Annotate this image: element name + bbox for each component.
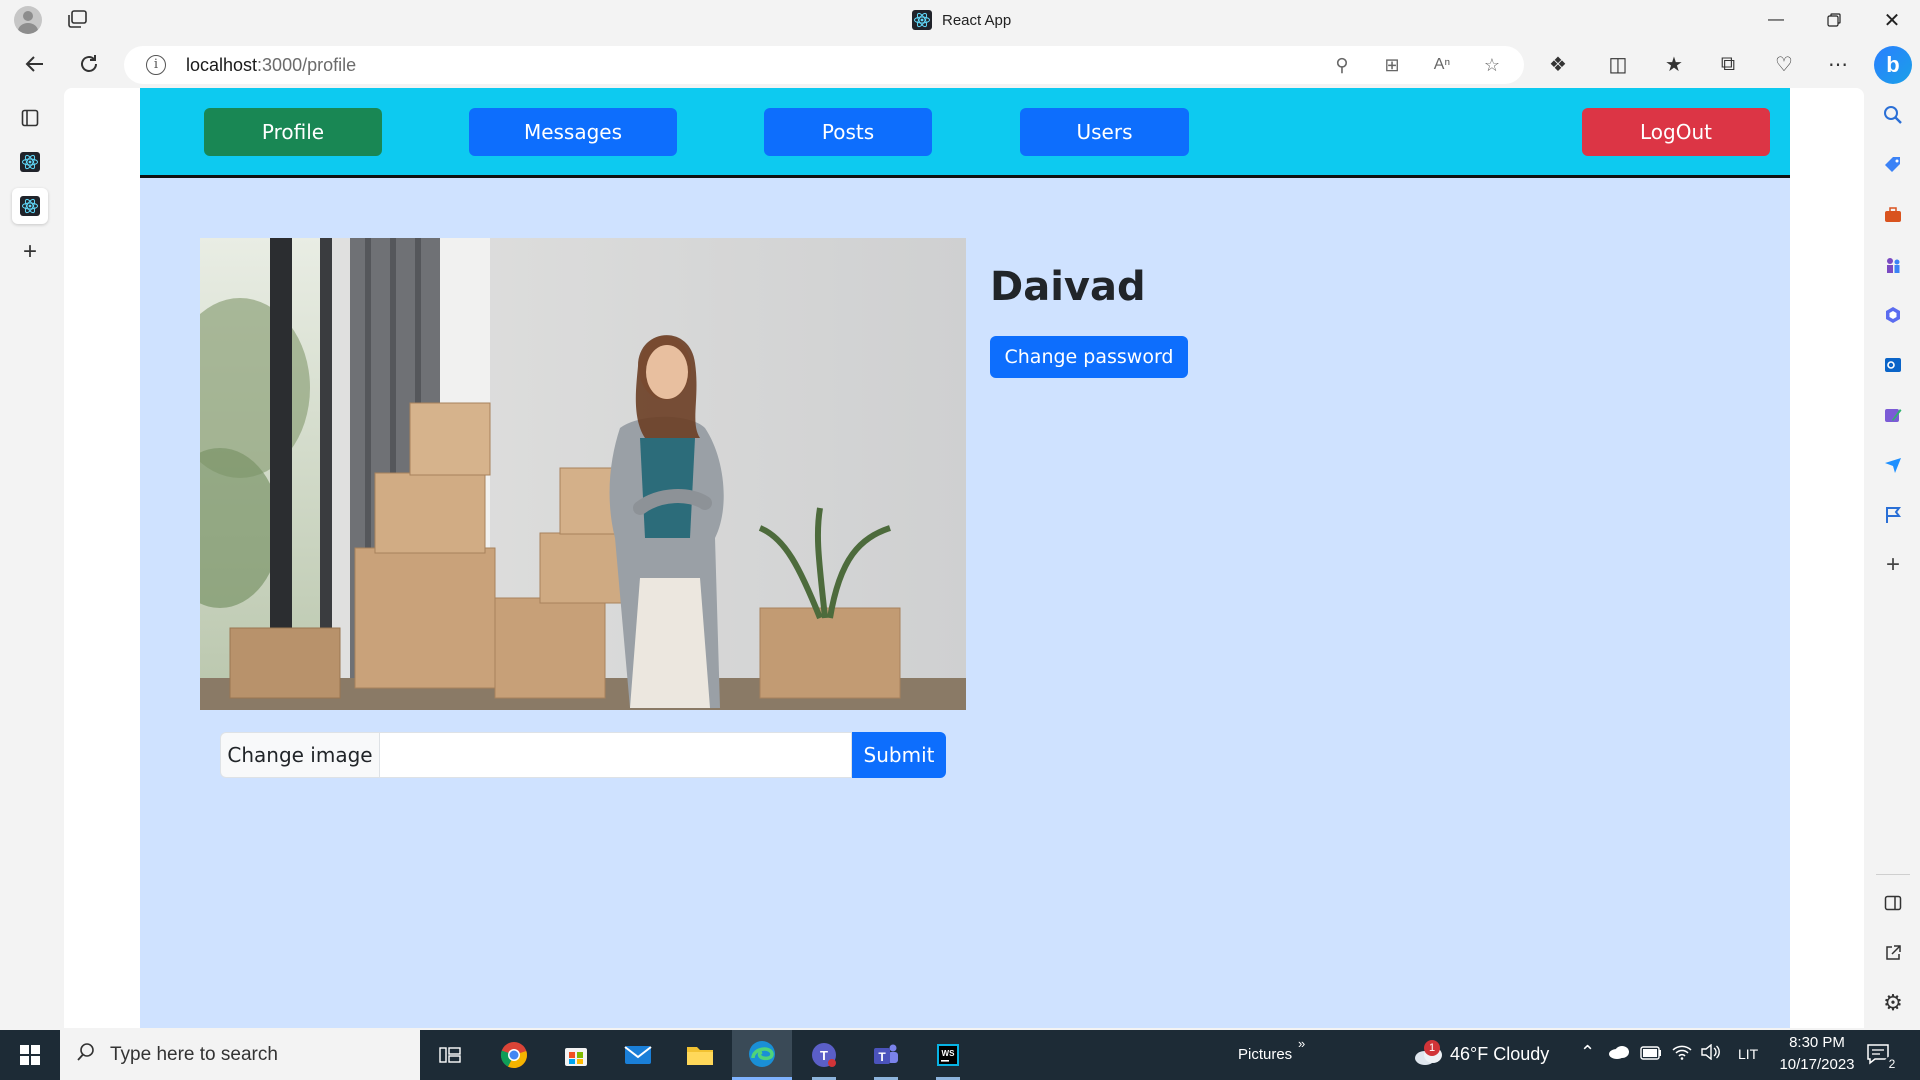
svg-text:WS: WS [942, 1049, 956, 1058]
teams-work-icon[interactable]: T [856, 1030, 916, 1080]
address-bar[interactable]: i localhost:3000/profile ⚲ ⊞ Aⁿ ☆ [124, 46, 1524, 84]
collections-icon[interactable]: ⧉ [1714, 50, 1742, 78]
search-placeholder: Type here to search [110, 1044, 278, 1065]
browser-title-bar: React App — ✕ [0, 0, 1920, 40]
change-image-form: Change image Submit [220, 732, 946, 778]
minimize-button[interactable]: — [1748, 0, 1804, 40]
wifi-icon[interactable] [1672, 1044, 1692, 1064]
window-title: React App [912, 8, 1011, 32]
show-hidden-icons-chevron-icon[interactable]: ⌃ [1580, 1042, 1595, 1063]
teams-icon[interactable]: T [794, 1030, 854, 1080]
submit-button[interactable]: Submit [852, 732, 946, 778]
change-image-label[interactable]: Change image [220, 732, 380, 778]
webstorm-icon[interactable]: WS [918, 1030, 978, 1080]
windows-taskbar: Type here to search T T WS Pictures » 1 … [0, 1030, 1920, 1080]
sidebar-divider [1876, 874, 1910, 875]
tab-panel-icon[interactable] [12, 100, 48, 136]
restore-button[interactable] [1806, 0, 1862, 40]
browser-profile-avatar[interactable] [14, 6, 42, 34]
taskbar-clock-time[interactable]: 8:30 PM [1772, 1034, 1862, 1051]
svg-text:T: T [820, 1048, 828, 1063]
weather-alert-badge: 1 [1424, 1040, 1440, 1056]
toolbar-expand-icon[interactable]: » [1298, 1036, 1305, 1051]
more-options-icon[interactable]: ⋯ [1824, 50, 1852, 78]
tab-react-app-1[interactable] [12, 144, 48, 180]
app-available-icon[interactable]: ⊞ [1380, 53, 1404, 77]
search-icon[interactable] [1880, 102, 1906, 128]
profile-username: Daivad [990, 264, 1146, 310]
outlook-icon[interactable] [1880, 352, 1906, 378]
onedrive-cloud-icon[interactable] [1608, 1044, 1630, 1064]
open-external-icon[interactable] [1880, 940, 1906, 966]
change-password-button[interactable]: Change password [990, 336, 1188, 378]
new-tab-plus-icon[interactable]: + [12, 234, 48, 270]
tools-briefcase-icon[interactable] [1880, 202, 1906, 228]
add-sidebar-app-icon[interactable]: + [1880, 551, 1906, 578]
address-url[interactable]: localhost:3000/profile [186, 55, 356, 76]
image-file-input[interactable] [380, 732, 852, 778]
feedback-flag-icon[interactable] [1880, 502, 1906, 528]
taskbar-search-input[interactable]: Type here to search [60, 1030, 420, 1080]
nav-users-button[interactable]: Users [1020, 108, 1189, 156]
nav-messages-button[interactable]: Messages [469, 108, 677, 156]
pictures-toolbar-label[interactable]: Pictures [1238, 1046, 1292, 1063]
search-icon [76, 1042, 96, 1068]
taskbar-clock-date[interactable]: 10/17/2023 [1772, 1056, 1862, 1073]
chrome-icon[interactable] [484, 1030, 544, 1080]
app-navbar: Profile Messages Posts Users LogOut [140, 88, 1790, 178]
sidebar-settings-gear-icon[interactable]: ⚙ [1880, 990, 1906, 1016]
close-window-button[interactable]: ✕ [1864, 0, 1920, 40]
extensions-icon[interactable]: ❖ [1544, 50, 1572, 78]
battery-icon[interactable] [1640, 1046, 1662, 1064]
site-info-icon[interactable]: i [146, 55, 166, 75]
copilot-icon[interactable]: b [1874, 46, 1912, 84]
react-favicon-icon [912, 10, 932, 30]
read-aloud-icon[interactable]: Aⁿ [1430, 53, 1454, 77]
browser-essentials-icon[interactable]: ♡ [1770, 50, 1798, 78]
games-chess-icon[interactable] [1880, 252, 1906, 278]
react-app-root: Profile Messages Posts Users LogOut Daiv… [140, 88, 1790, 1028]
send-drop-icon[interactable] [1880, 452, 1906, 478]
logout-button[interactable]: LogOut [1582, 108, 1770, 156]
volume-icon[interactable] [1700, 1043, 1720, 1064]
edge-sidebar: + ⚙ [1866, 88, 1920, 1030]
browser-toolbar: i localhost:3000/profile ⚲ ⊞ Aⁿ ☆ ❖ ◫ ★ … [0, 40, 1920, 88]
key-icon[interactable]: ⚲ [1330, 53, 1354, 77]
file-explorer-icon[interactable] [670, 1030, 730, 1080]
microsoft-store-icon[interactable] [546, 1030, 606, 1080]
favorites-icon[interactable]: ★ [1660, 50, 1688, 78]
refresh-icon[interactable] [72, 48, 106, 80]
microsoft-365-icon[interactable] [1880, 302, 1906, 328]
vertical-tab-strip: + [0, 88, 62, 1030]
tab-actions-icon[interactable] [66, 10, 88, 30]
split-screen-icon[interactable]: ◫ [1604, 50, 1632, 78]
nav-posts-button[interactable]: Posts [764, 108, 932, 156]
react-favicon-icon [20, 196, 40, 216]
task-view-icon[interactable] [420, 1030, 480, 1080]
nav-profile-button[interactable]: Profile [204, 108, 382, 156]
windows-start-icon[interactable] [0, 1030, 60, 1080]
page-viewport: Profile Messages Posts Users LogOut Daiv… [64, 88, 1864, 1028]
react-favicon-icon [20, 152, 40, 172]
svg-text:T: T [878, 1050, 886, 1064]
edge-icon[interactable] [732, 1030, 792, 1080]
profile-photo [200, 238, 966, 710]
tab-react-app-2[interactable] [12, 188, 48, 224]
back-arrow-icon[interactable] [18, 48, 52, 80]
favorite-star-icon[interactable]: ☆ [1480, 53, 1504, 77]
notification-count-badge: 2 [1884, 1056, 1900, 1072]
hide-sidebar-icon[interactable] [1880, 890, 1906, 916]
designer-icon[interactable] [1880, 402, 1906, 428]
mail-icon[interactable] [608, 1030, 668, 1080]
window-title-text: React App [942, 11, 1012, 29]
weather-text[interactable]: 46°F Cloudy [1450, 1044, 1549, 1065]
shopping-tag-icon[interactable] [1880, 152, 1906, 178]
input-language-indicator[interactable]: LIT [1738, 1046, 1758, 1062]
